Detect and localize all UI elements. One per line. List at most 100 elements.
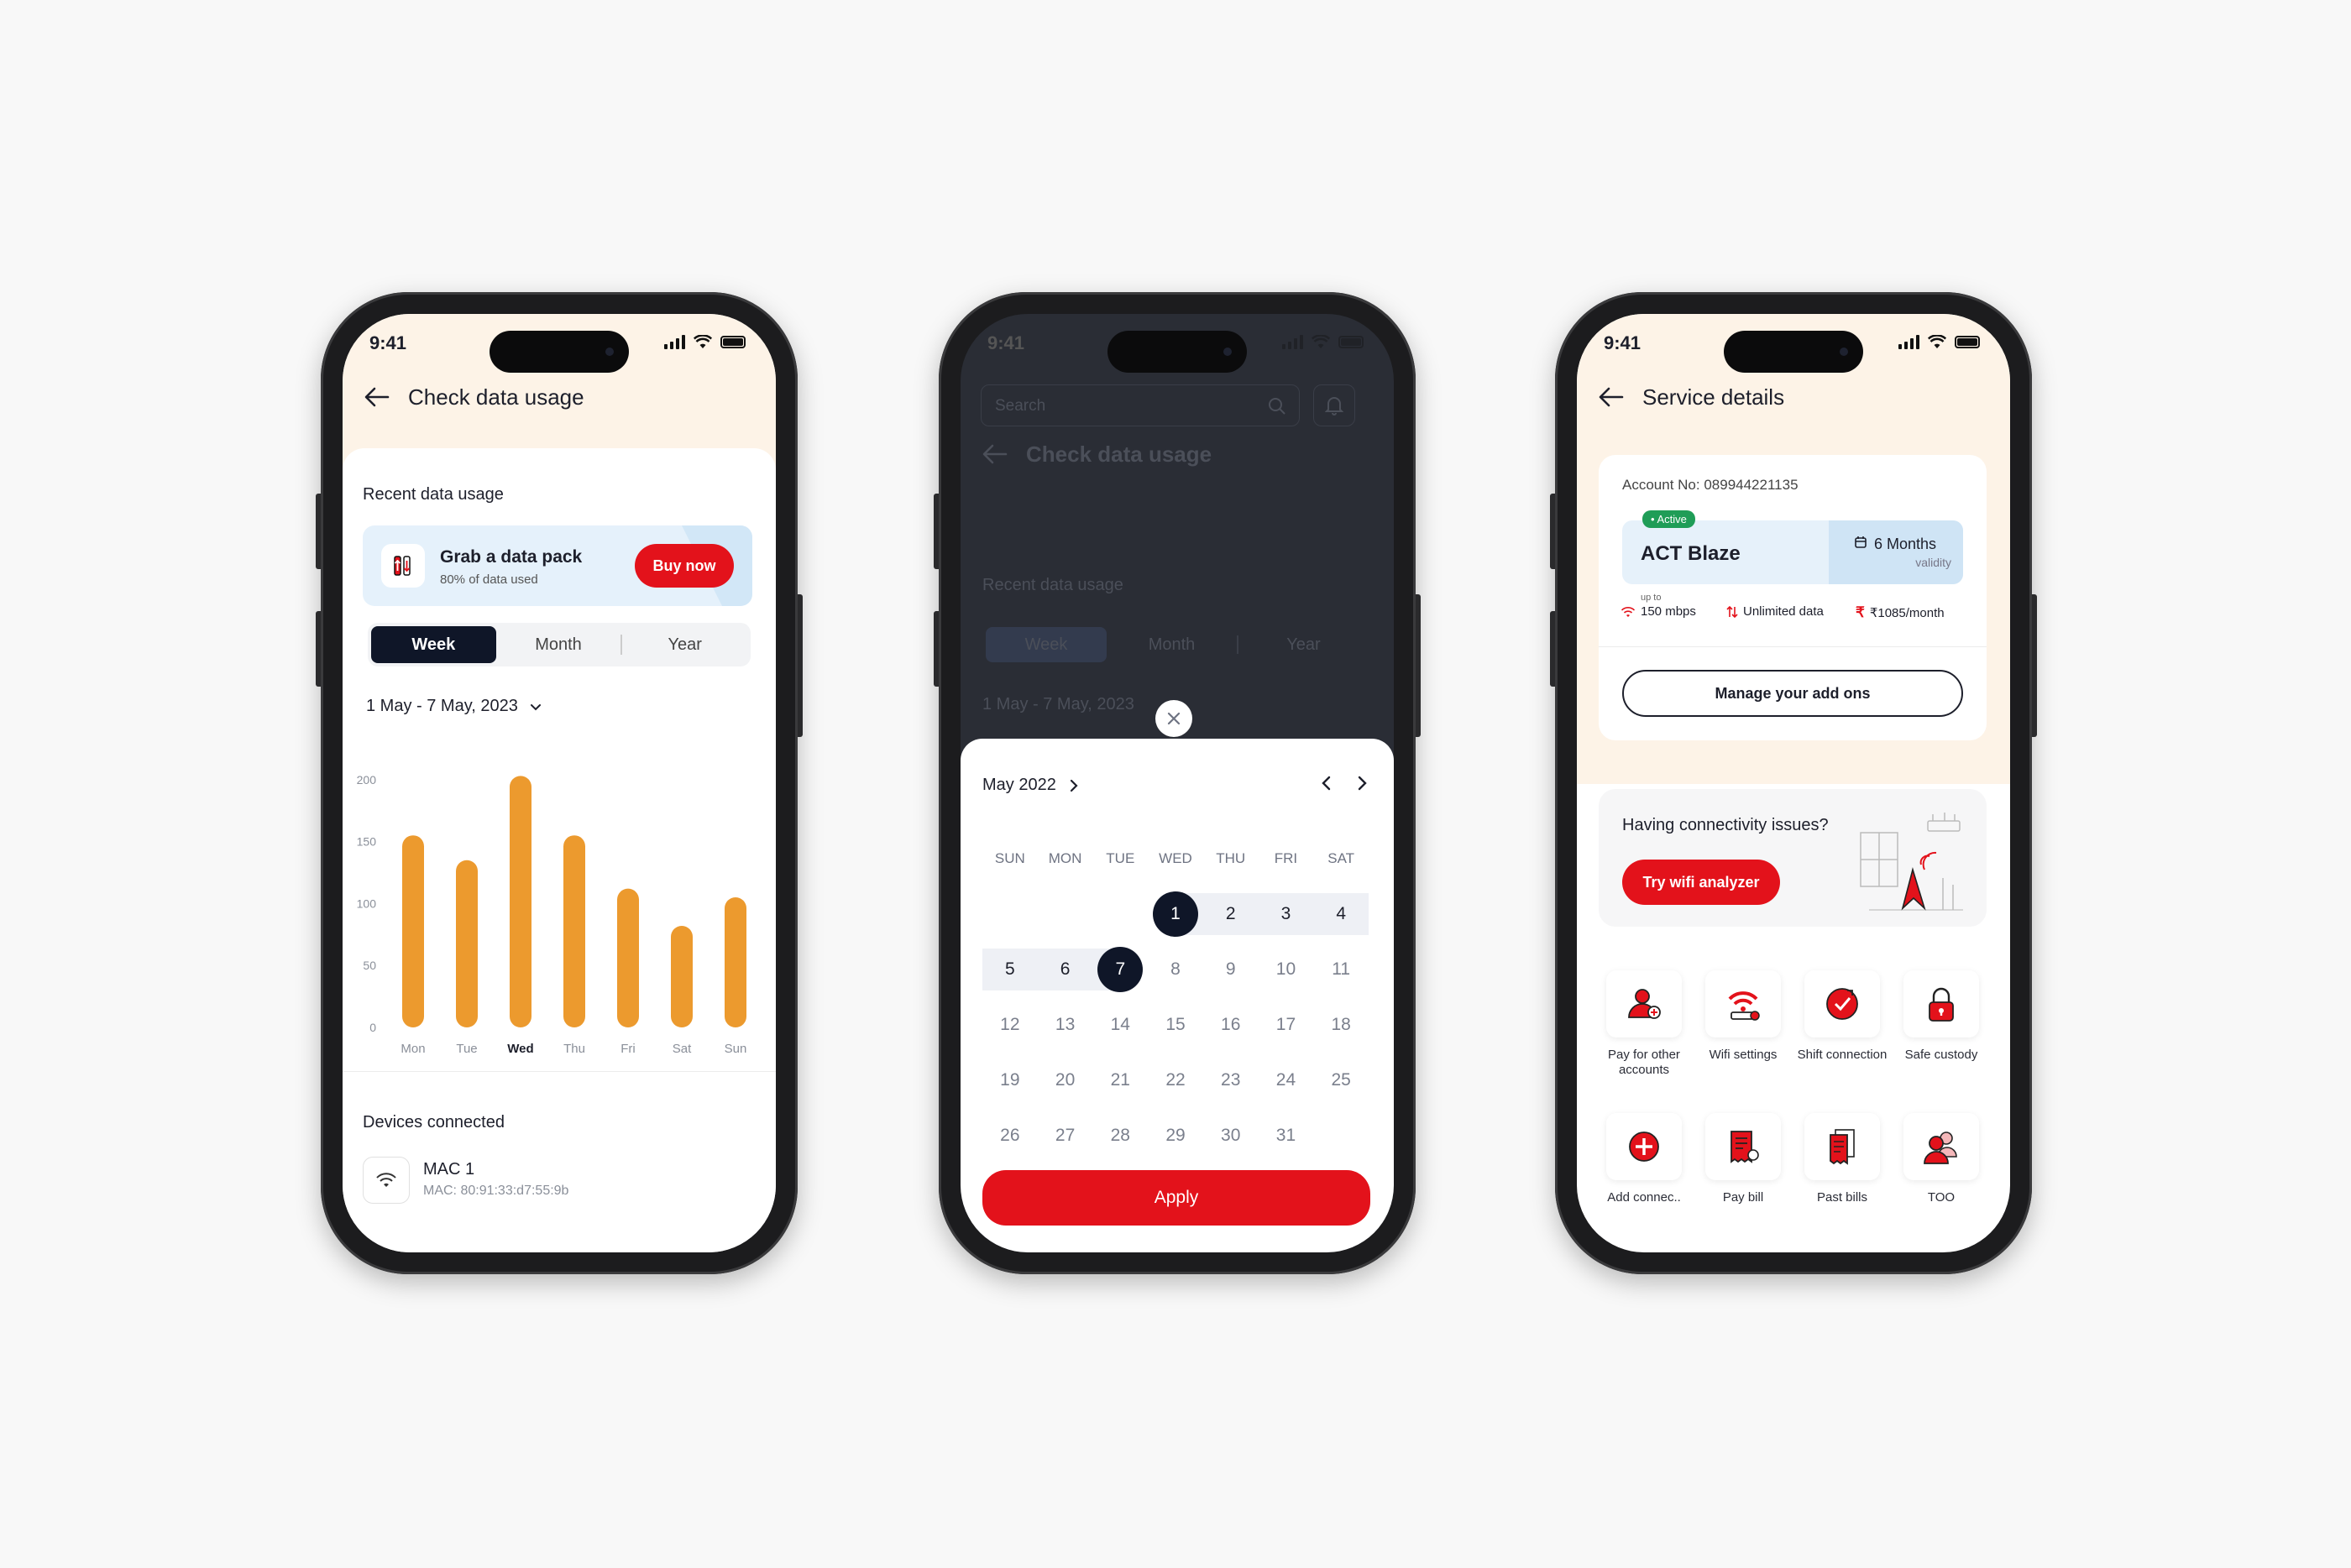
action-tile-add-circle[interactable]: Add connec.. [1595,1113,1693,1205]
bar-mon[interactable] [402,835,424,1027]
calendar-day[interactable]: 31 [1259,1126,1314,1146]
apply-button[interactable]: Apply [982,1170,1370,1226]
calendar-day[interactable]: 18 [1313,1015,1369,1035]
calendar-day[interactable]: 30 [1203,1126,1259,1146]
wifi-analyzer-button[interactable]: Try wifi analyzer [1622,860,1780,905]
back-arrow-icon[interactable] [1597,383,1626,411]
device-mac: MAC: 80:91:33:d7:55:9b [423,1184,569,1198]
price-feature: ₹ ₹1085/month [1856,604,1945,621]
calendar-day[interactable]: 3 [1259,904,1314,924]
calendar-day[interactable]: 9 [1203,959,1259,980]
calendar-day[interactable]: 7 [1092,959,1148,980]
calendar-day[interactable]: 4 [1313,904,1369,924]
calendar-day[interactable]: 19 [982,1070,1038,1090]
screen: 9:41 Service details Account No: 0899442… [1577,314,2010,1252]
calendar-day[interactable]: 1 [1148,904,1203,924]
past-bills-icon [1804,1113,1880,1180]
calendar-day[interactable]: 6 [1038,959,1093,980]
calendar-day[interactable]: 10 [1259,959,1314,980]
add-circle-icon [1606,1113,1682,1180]
wifi-analyzer-illustration [1860,813,1963,911]
bell-icon [1325,397,1343,416]
calendar-day[interactable]: 8 [1148,959,1203,980]
calendar-day[interactable]: 17 [1259,1015,1314,1035]
calendar-day[interactable]: 14 [1092,1015,1148,1035]
users-icon [1903,1113,1979,1180]
date-range-picker[interactable]: 1 May - 7 May, 2023 [366,697,543,716]
calendar-day[interactable]: 21 [1092,1070,1148,1090]
calendar-day[interactable]: 26 [982,1126,1038,1146]
calendar-day[interactable]: 5 [982,959,1038,980]
month-selector[interactable]: May 2022 [982,776,1080,795]
back-arrow-icon[interactable] [981,440,1009,468]
y-tick-label: 150 [357,835,377,849]
tab-year[interactable]: Year [1238,635,1369,655]
calendar-day[interactable]: 2 [1203,904,1259,924]
tab-year[interactable]: Year [622,635,747,655]
notification-button[interactable] [1313,384,1355,426]
calendar-sheet: May 2022 SUN MON TUE WED THU FRI SAT 1 2 3 4 5 6 7 8 9 1… [961,739,1394,1252]
calendar-day[interactable]: 24 [1259,1070,1314,1090]
connectivity-title: Having connectivity issues? [1622,816,1829,834]
tab-month[interactable]: Month [1107,635,1237,655]
wifi-icon [1928,334,1946,348]
search-bar[interactable]: Search [981,384,1300,426]
dynamic-island [1724,331,1863,373]
calendar-day[interactable]: 29 [1148,1126,1203,1146]
calendar-day[interactable]: 12 [982,1015,1038,1035]
action-tile-label: TOO [1927,1190,1956,1205]
calendar-day[interactable]: 22 [1148,1070,1203,1090]
buy-now-button[interactable]: Buy now [635,544,734,588]
back-arrow-icon[interactable] [363,383,391,411]
device-name: MAC 1 [423,1160,475,1179]
action-tile-users[interactable]: TOO [1893,1113,1990,1205]
bar-thu[interactable] [563,835,585,1027]
bar-sat[interactable] [671,925,693,1027]
weekday-label: FRI [1274,850,1298,866]
weekday-label: WED [1159,850,1192,866]
speed-prefix: up to [1641,593,1662,603]
calendar-day[interactable]: 16 [1203,1015,1259,1035]
action-tile-user-plus[interactable]: Pay for other accounts [1595,970,1693,1078]
date-range-label: 1 May - 7 May, 2023 [982,695,1134,713]
manage-addons-button[interactable]: Manage your add ons [1622,670,1963,717]
action-tile-past-bills[interactable]: Past bills [1793,1113,1891,1205]
tab-week[interactable]: Week [986,627,1107,662]
weekday-label: THU [1216,850,1246,866]
y-tick-label: 200 [357,773,377,787]
bar-tue[interactable] [456,860,478,1027]
x-tick-label: Wed [507,1042,533,1056]
screen: 9:41 Check data usage Recent data usage … [343,314,776,1252]
calendar-day[interactable]: 20 [1038,1070,1093,1090]
bar-wed[interactable] [510,776,531,1027]
calendar-day[interactable]: 15 [1148,1015,1203,1035]
x-tick-label: Thu [563,1042,585,1056]
bar-fri[interactable] [617,888,639,1027]
promo-title: Grab a data pack [440,547,583,567]
prev-month-icon[interactable] [1320,776,1333,791]
calendar-day[interactable]: 25 [1313,1070,1369,1090]
calendar-day[interactable]: 28 [1092,1126,1148,1146]
calendar-day[interactable]: 11 [1313,959,1369,980]
data-feature: Unlimited data [1726,604,1824,619]
close-button[interactable] [1155,700,1192,737]
device-item[interactable]: MAC 1 MAC: 80:91:33:d7:55:9b [363,1157,749,1207]
action-tile-bill[interactable]: Pay bill [1694,1113,1792,1205]
next-month-icon[interactable] [1355,776,1369,791]
tab-week[interactable]: Week [371,626,496,663]
action-tile-shift[interactable]: Shift connection [1793,970,1891,1063]
tab-month[interactable]: Month [496,635,621,655]
bill-icon [1705,1113,1781,1180]
calendar-day[interactable]: 27 [1038,1126,1093,1146]
calendar-day[interactable]: 13 [1038,1015,1093,1035]
y-tick-label: 100 [357,896,377,910]
usage-bar-chart: 0 50 100 150 200 Mon Tue Wed Thu Fri Sat Sun [357,773,747,1056]
user-plus-icon [1606,970,1682,1037]
action-tile-wifi-router[interactable]: Wifi settings [1694,970,1792,1063]
speed-feature: up to 150 mbps [1621,593,1696,619]
promo-subtitle: 80% of data used [440,572,538,587]
calendar-day[interactable]: 23 [1203,1070,1259,1090]
bar-sun[interactable] [725,897,746,1027]
action-tile-lock[interactable]: Safe custody [1893,970,1990,1063]
action-tile-label: Pay bill [1722,1190,1764,1205]
